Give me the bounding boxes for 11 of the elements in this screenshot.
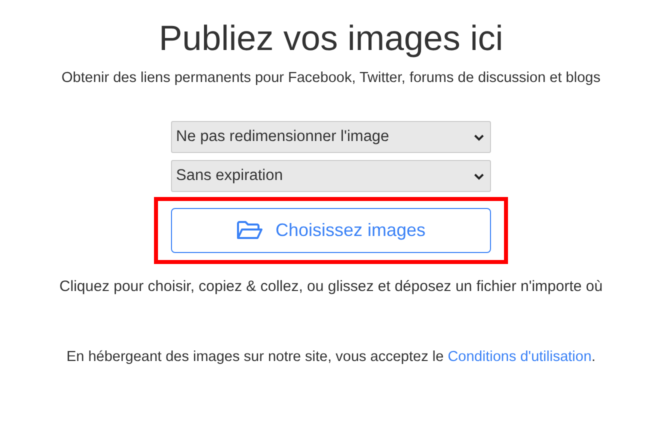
instructions-text: Cliquez pour choisir, copiez & collez, ou glissez et déposez un fichier n'importe où — [59, 278, 603, 296]
chevron-down-icon — [474, 172, 484, 180]
folder-icon — [236, 220, 264, 241]
terms-text: En hébergeant des images sur notre site, vous acceptez le Conditions d'utilisation. — [66, 348, 596, 366]
dropdown[interactable]: Ne pas redimensionner l'image — [171, 121, 491, 153]
chevron-down-icon — [474, 134, 484, 140]
choose-images-button[interactable]: Choisissez images — [171, 208, 491, 253]
page-title: Publiez vos images ici — [158, 18, 504, 60]
terms-link[interactable]: Conditions d'utilisation — [448, 349, 592, 365]
dropdown[interactable]: Sans expiration — [171, 160, 491, 192]
subtitle: Obtenir des liens permanents pour Facebook, Twitter, forums de discussion et blogs — [62, 69, 600, 87]
